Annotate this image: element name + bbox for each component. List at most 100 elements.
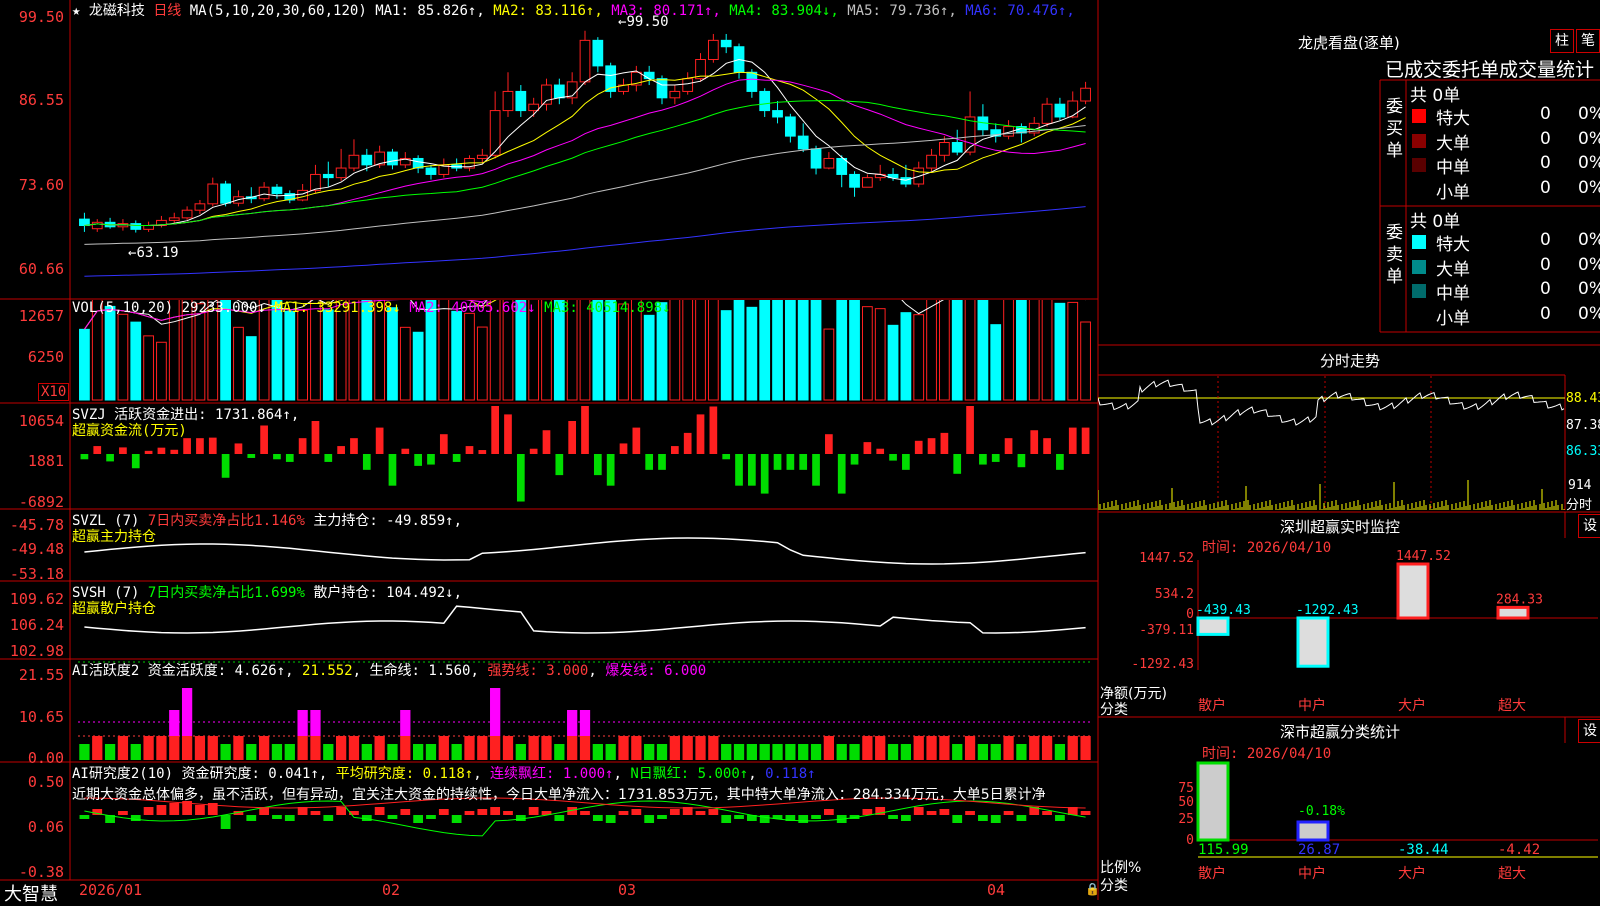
flow-bar <box>1081 427 1090 454</box>
period-label: 日线 <box>153 3 182 19</box>
candle <box>79 218 90 227</box>
research-bar <box>631 809 642 815</box>
szcy-y-tick: 0 <box>1186 607 1194 622</box>
research-bar <box>978 815 988 821</box>
research-bar <box>246 815 257 821</box>
order-p: 0% <box>1578 153 1600 173</box>
flow-bar <box>119 447 127 454</box>
volume-bar <box>643 314 655 401</box>
activity-bar <box>618 736 629 760</box>
flow-bar <box>940 432 949 454</box>
activity-bar-top <box>297 710 308 736</box>
volume-bar <box>707 300 719 401</box>
ratio-value: -38.44 <box>1398 842 1449 858</box>
research-bar <box>284 815 295 821</box>
activity-bar <box>939 736 950 760</box>
volume-bar <box>233 326 244 401</box>
research-bar <box>336 807 347 815</box>
activity-bar <box>785 744 796 760</box>
main-position-line <box>84 537 1086 565</box>
order-v: 0 <box>1540 303 1551 324</box>
y-label: 12657 <box>18 307 64 325</box>
sscy-settings-button[interactable]: 设 <box>1578 719 1600 743</box>
activity-bar <box>1003 736 1014 760</box>
activity-bar <box>810 744 822 760</box>
flow-bar <box>157 447 166 454</box>
y-label: 60.66 <box>18 260 64 278</box>
x-tick: 02 <box>382 881 401 899</box>
research-bar <box>503 811 513 815</box>
activity-bar <box>515 744 526 760</box>
flow-bar <box>670 446 679 454</box>
volume-bar <box>476 326 488 401</box>
volume-bar <box>1016 300 1027 401</box>
activity-bar <box>964 736 976 760</box>
activity-bar-top <box>400 710 411 736</box>
szcy-y-tick: -379.11 <box>1139 623 1194 638</box>
flow-bar <box>465 446 474 454</box>
activity-bar <box>477 736 488 760</box>
flow-bar <box>953 454 962 474</box>
y-label: 1881 <box>27 452 64 470</box>
flow-bar <box>183 438 191 454</box>
candle <box>1067 100 1079 118</box>
flow-bar <box>337 446 345 454</box>
activity-bar <box>708 736 719 760</box>
szcy-y-tick: 534.2 <box>1155 587 1194 602</box>
activity-bar <box>759 744 770 760</box>
activity-bar <box>284 744 295 760</box>
flow-bar <box>760 454 769 494</box>
sscy-y-tick: 75 <box>1178 781 1194 796</box>
flow-bar <box>414 454 422 466</box>
order-p: 0% <box>1578 303 1600 324</box>
research-bar <box>451 815 462 823</box>
stock-name: 龙磁科技 <box>88 3 145 19</box>
ai2-comment: 近期大资金总体偏多，虽不活跃，但有异动，宜关注大资金的持续性，今日大单净流入：1… <box>72 787 1046 803</box>
research-bar <box>310 811 321 815</box>
activity-bar <box>798 744 809 760</box>
lhkp-title: 龙虎看盘(逐单) <box>1298 34 1400 52</box>
candle <box>322 173 334 179</box>
flow-bar <box>170 449 179 454</box>
activity-bar <box>297 736 308 760</box>
retail-position-line <box>84 605 1086 634</box>
volume-bar <box>939 300 950 401</box>
sscy-y-tick: 25 <box>1178 812 1194 827</box>
research-bar <box>143 807 154 815</box>
volume-bar <box>464 312 475 401</box>
research-bar <box>990 815 1001 823</box>
order-color-swatch <box>1412 182 1426 197</box>
flow-bar <box>260 425 268 454</box>
brand-logo: 大智慧 <box>4 884 58 905</box>
candle <box>143 225 154 230</box>
candle <box>939 142 950 156</box>
flow-bar <box>273 454 281 460</box>
flow-bar <box>80 454 89 460</box>
research-bar <box>669 809 680 815</box>
vol-unit-badge[interactable]: X10 <box>38 383 70 401</box>
activity-bar <box>695 736 706 760</box>
volume-bar <box>412 331 424 401</box>
bar-mode-button[interactable]: 柱 <box>1550 29 1574 53</box>
candle <box>553 84 565 99</box>
candle <box>220 183 231 204</box>
candle <box>194 203 206 211</box>
flow-bar <box>285 454 294 462</box>
y-label: 73.60 <box>18 176 64 194</box>
flow-bar <box>902 454 910 470</box>
activity-bar <box>92 736 103 760</box>
research-bar <box>811 815 821 819</box>
szcy-settings-button[interactable]: 设 <box>1578 514 1600 538</box>
activity-bar <box>438 736 449 760</box>
activity-bar <box>900 744 912 760</box>
sell-total: 共 0单 <box>1410 212 1461 232</box>
intraday-chart[interactable] <box>1098 376 1565 510</box>
candle <box>784 116 796 137</box>
fszs-title: 分时走势 <box>1320 352 1381 370</box>
research-bar <box>438 809 449 815</box>
tick-mode-button[interactable]: 笔 <box>1576 29 1600 53</box>
flow-bar <box>825 434 833 454</box>
svzl-sub: 超赢主力持仓 <box>72 529 156 545</box>
bar-value: -1292.43 <box>1296 603 1359 618</box>
flow-bar <box>1030 430 1039 454</box>
